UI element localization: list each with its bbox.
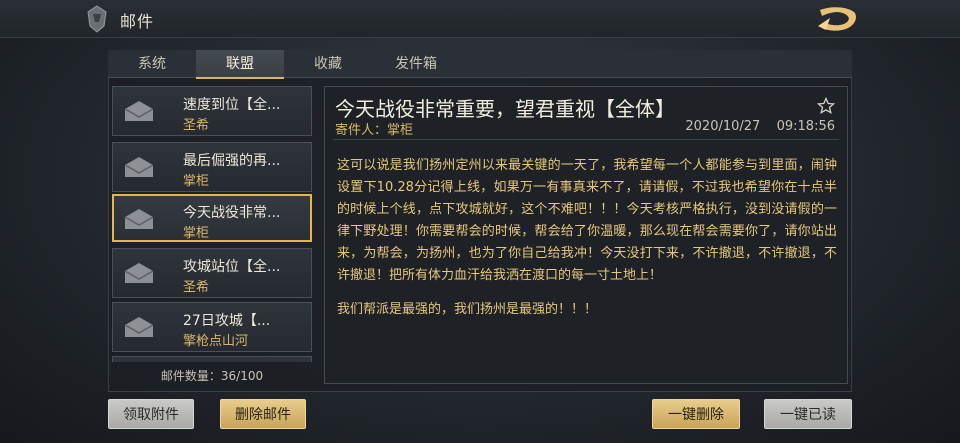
mail-detail-title: 今天战役非常重要，望君重视【全体】 — [335, 97, 675, 121]
mail-sender: 擎枪点山河 — [183, 334, 249, 349]
mail-body-paragraph: 我们帮派是最强的，我们扬州是最强的！！！ — [337, 302, 598, 317]
mail-list-item-partial[interactable] — [112, 356, 312, 362]
page-title: 邮件 — [120, 12, 155, 31]
delete-all-button[interactable]: 一键删除 — [652, 399, 740, 429]
delete-mail-button[interactable]: 删除邮件 — [220, 399, 306, 429]
mail-detail-time: 09:18:56 — [776, 119, 835, 134]
mail-count: 邮件数量：36/100 — [160, 369, 264, 383]
dragon-logo-icon — [816, 4, 860, 34]
mail-list-item[interactable]: 速度到位【全... 圣希 — [112, 86, 312, 136]
mail-sender: 掌柜 — [183, 226, 210, 241]
claim-attachments-button[interactable]: 领取附件 — [108, 399, 194, 429]
tab-outbox[interactable]: 发件箱 — [372, 50, 460, 78]
tab-bar: 系统 联盟 收藏 发件箱 — [108, 50, 852, 79]
envelope-icon — [124, 209, 154, 229]
mail-detail: 今天战役非常重要，望君重视【全体】 寄件人：掌柜 2020/10/27 09:1… — [324, 86, 848, 384]
mail-detail-date: 2020/10/27 — [685, 119, 761, 134]
back-emblem-icon[interactable] — [84, 4, 110, 34]
tab-favorites[interactable]: 收藏 — [284, 50, 372, 78]
divider — [333, 139, 839, 140]
mail-list-item-selected[interactable]: 今天战役非常... 掌柜 — [112, 194, 312, 242]
mail-title: 攻城站位【全... — [183, 259, 281, 275]
envelope-icon — [124, 263, 154, 283]
envelope-icon — [124, 157, 154, 177]
mail-detail-timestamp: 2020/10/27 09:18:56 — [685, 119, 835, 134]
tab-alliance[interactable]: 联盟 — [196, 50, 284, 79]
mail-detail-sender: 寄件人：掌柜 — [335, 123, 414, 138]
mark-all-read-button[interactable]: 一键已读 — [764, 399, 852, 429]
envelope-icon — [124, 101, 154, 121]
star-outline-icon[interactable] — [817, 97, 835, 115]
mail-sender: 圣希 — [183, 118, 210, 133]
mail-list-item[interactable]: 最后倔强的再... 掌柜 — [112, 142, 312, 192]
mail-title: 27日攻城【... — [183, 313, 271, 329]
tab-system[interactable]: 系统 — [108, 50, 196, 78]
envelope-icon — [124, 317, 154, 337]
mail-list[interactable]: 速度到位【全... 圣希 最后倔强的再... 掌柜 今天战役非常... 掌柜 攻… — [112, 86, 314, 360]
mail-sender: 掌柜 — [183, 174, 210, 189]
mail-body-paragraph: 这可以说是我们扬州定州以来最关键的一天了，我希望每一个人都能参与到里面，闹钟设置… — [337, 158, 837, 283]
mail-list-item[interactable]: 攻城站位【全... 圣希 — [112, 248, 312, 298]
mail-list-item[interactable]: 27日攻城【... 擎枪点山河 — [112, 302, 312, 352]
mail-title: 速度到位【全... — [183, 97, 281, 113]
mail-body: 这可以说是我们扬州定州以来最关键的一天了，我希望每一个人都能参与到里面，闹钟设置… — [337, 155, 837, 333]
mail-title: 最后倔强的再... — [183, 153, 281, 169]
mail-title: 今天战役非常... — [183, 205, 281, 221]
mail-sender: 圣希 — [183, 280, 210, 295]
top-bar: 邮件 — [0, 0, 960, 38]
